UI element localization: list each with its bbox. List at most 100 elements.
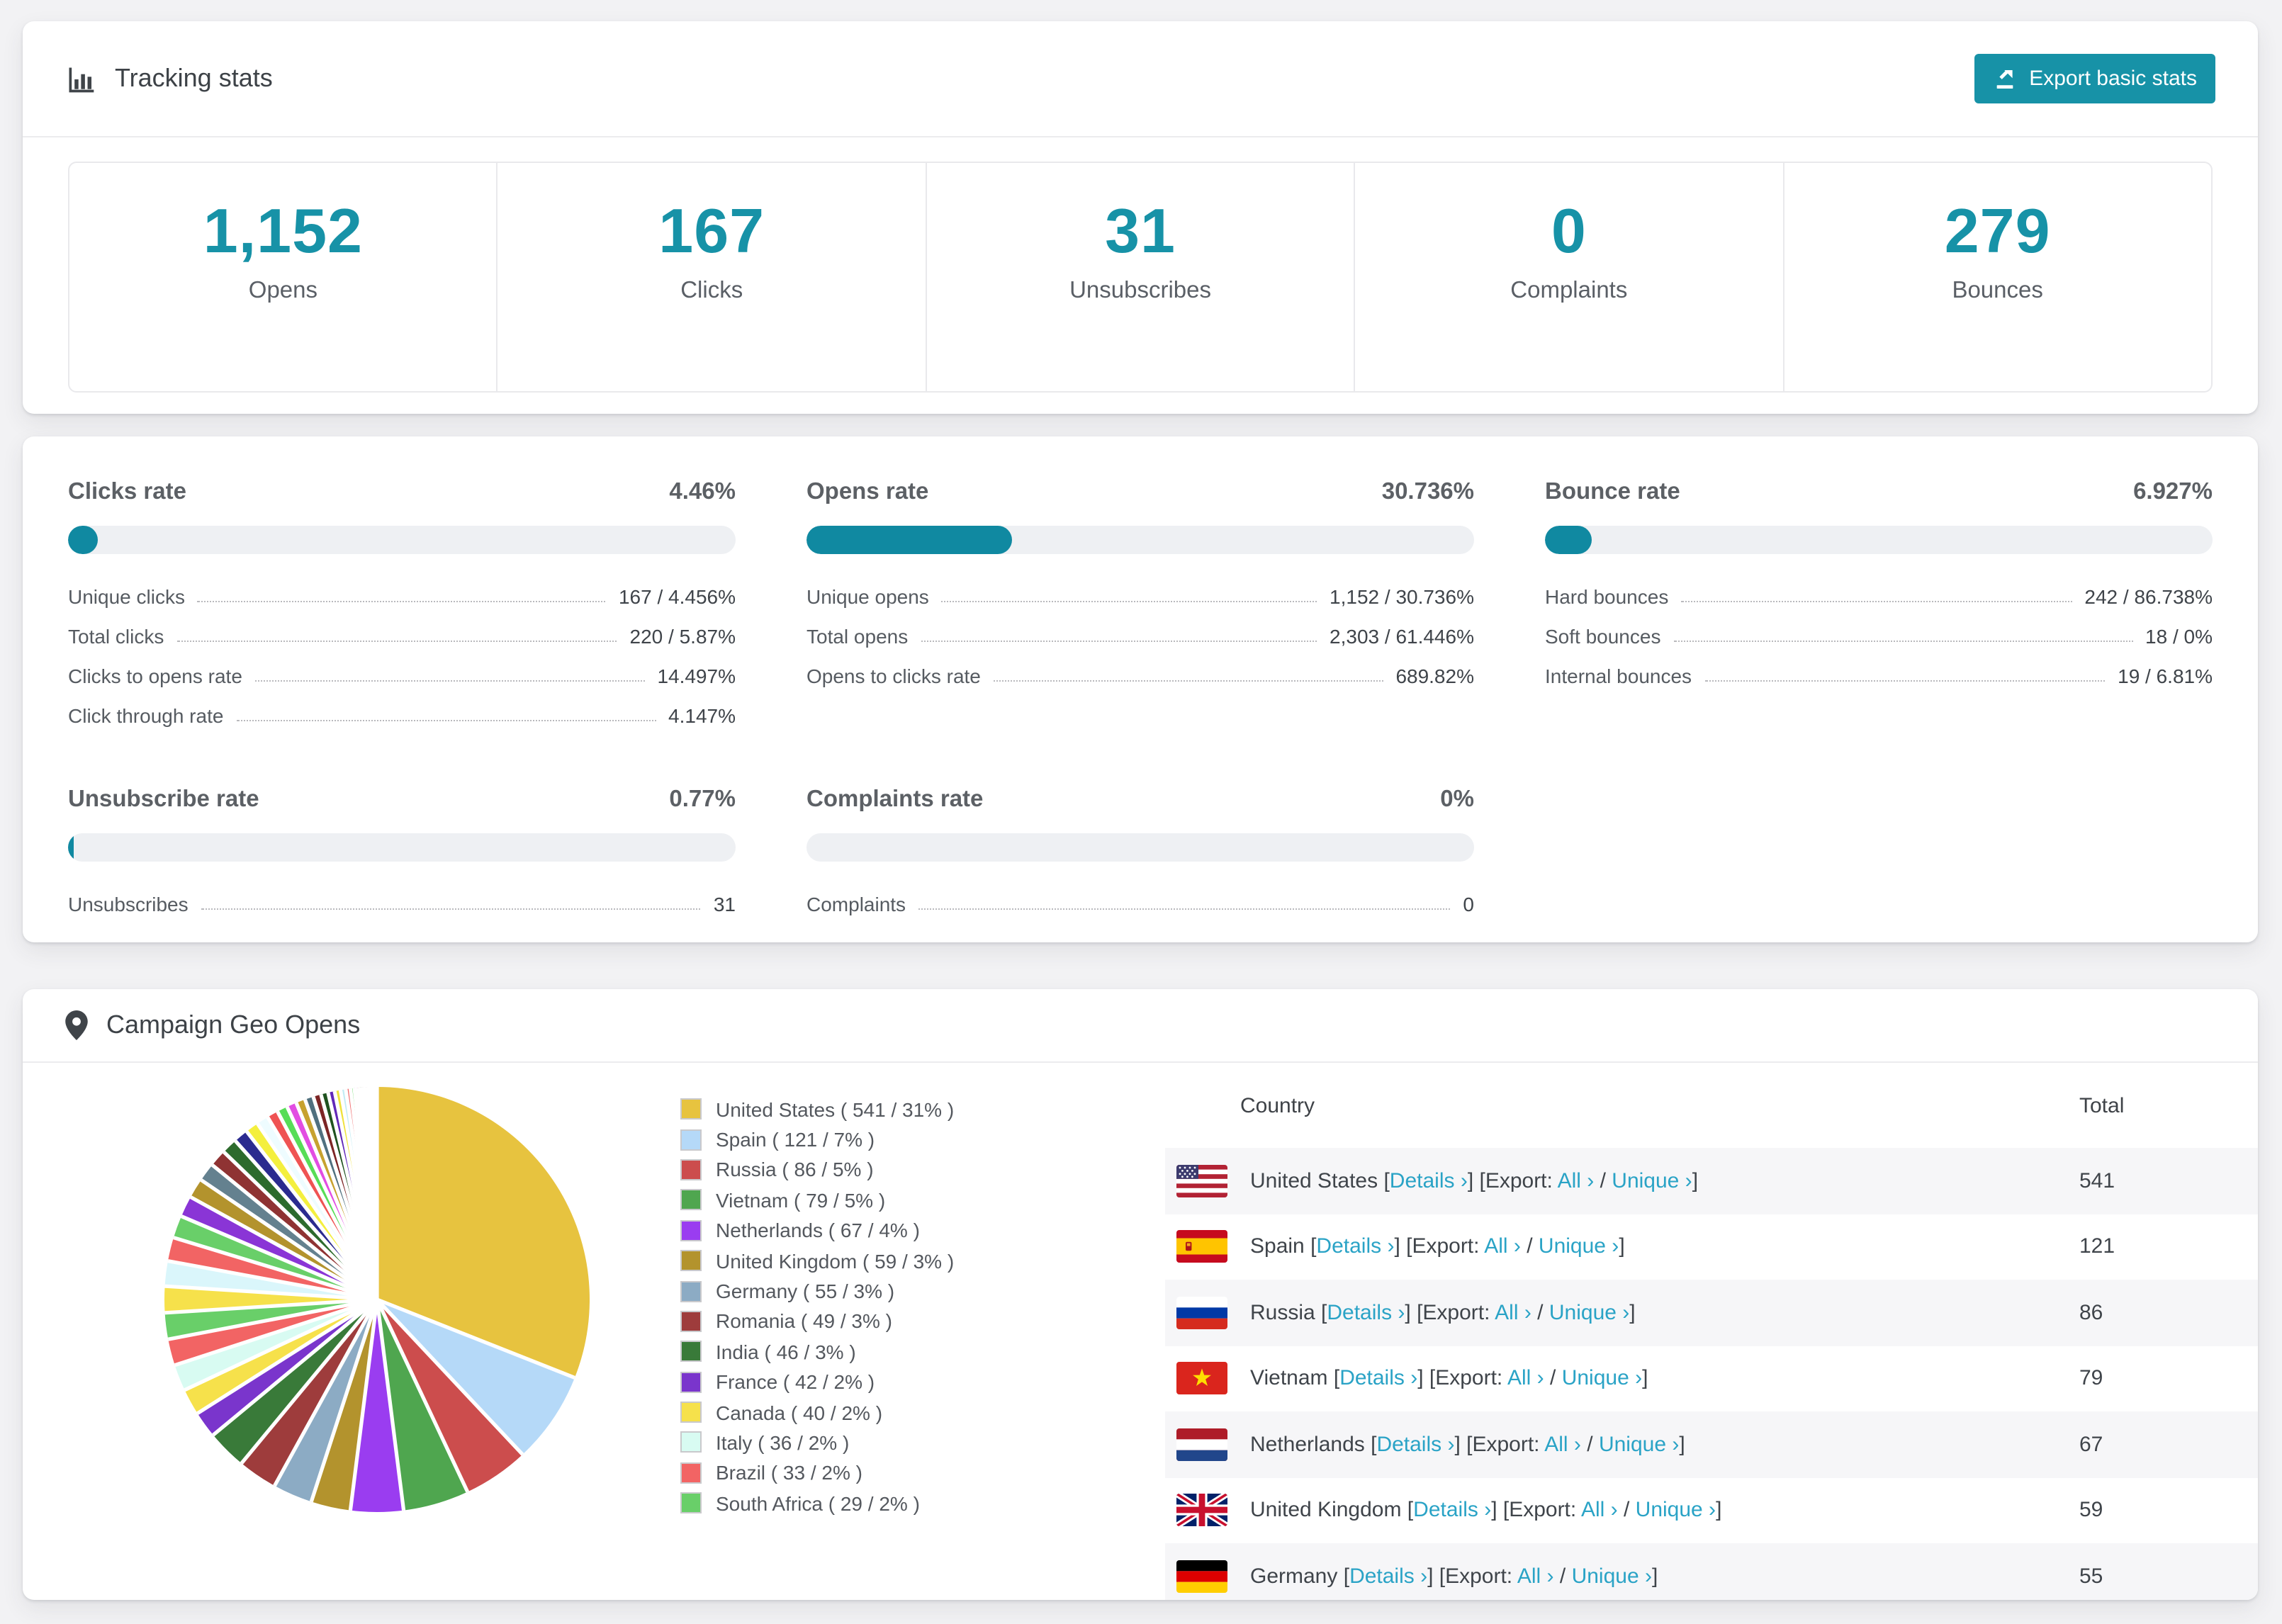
rate-row-label: Total clicks <box>68 625 164 648</box>
geo-legend: United States ( 541 / 31% ) Spain ( 121 /… <box>680 1094 954 1518</box>
export-icon <box>1992 67 2016 91</box>
table-row: Netherlands [Details ›] [Export: All › /… <box>1165 1411 2258 1477</box>
rate-value: 0% <box>1440 786 1474 812</box>
dotted-leader <box>921 641 1317 642</box>
export-unique-link[interactable]: Unique › <box>1572 1564 1652 1589</box>
rate-row: Unsubscribes 31 <box>68 884 736 924</box>
country-cell: Spain [Details ›] [Export: All › / Uniqu… <box>1250 1234 1625 1259</box>
rate-rows: Unsubscribes 31 <box>68 884 736 924</box>
rate-title: Complaints rate <box>806 786 984 812</box>
rate-rows: Complaints 0 <box>806 884 1474 924</box>
dotted-leader <box>201 908 701 910</box>
rate-value: 30.736% <box>1381 479 1474 504</box>
rate-value: 4.46% <box>669 479 736 504</box>
legend-swatch <box>680 1129 702 1151</box>
rate-row-label: Internal bounces <box>1545 665 1692 687</box>
export-all-link[interactable]: All › <box>1544 1433 1581 1457</box>
rates-card: Clicks rate 4.46% Unique clicks 167 / 4.456… <box>23 436 2258 942</box>
page: Tracking stats Export basic stats 1,152 O… <box>0 0 2282 1624</box>
export-all-link[interactable]: All › <box>1581 1499 1618 1523</box>
details-link[interactable]: Details › <box>1376 1433 1454 1457</box>
rate-row-value: 2,303 / 61.446% <box>1330 625 1474 648</box>
progress-bar-fill <box>68 526 98 554</box>
table-row: United States [Details ›] [Export: All ›… <box>1165 1148 2258 1214</box>
dotted-leader <box>941 601 1317 602</box>
rate-row: Opens to clicks rate 689.82% <box>806 656 1474 696</box>
rate-row-label: Total opens <box>806 625 909 648</box>
rate-title: Clicks rate <box>68 479 186 504</box>
total-cell: 67 <box>2079 1432 2103 1457</box>
details-link[interactable]: Details › <box>1413 1499 1491 1523</box>
geo-header: Campaign Geo Opens <box>23 989 2258 1063</box>
rate-title: Unsubscribe rate <box>68 786 259 812</box>
legend-swatch <box>680 1371 702 1393</box>
rate-head: Bounce rate 6.927% <box>1545 479 2213 506</box>
details-link[interactable]: Details › <box>1339 1367 1417 1391</box>
rate-row: Internal bounces 19 / 6.81% <box>1545 656 2213 696</box>
stat-label: Complaints <box>1510 278 1628 303</box>
legend-label: Vietnam ( 79 / 5% ) <box>716 1188 886 1212</box>
total-cell: 86 <box>2079 1300 2103 1325</box>
dotted-leader <box>918 908 1451 910</box>
legend-label: India ( 46 / 3% ) <box>716 1340 856 1363</box>
legend-item: Canada ( 40 / 2% ) <box>680 1397 954 1428</box>
flag-us-icon <box>1176 1164 1227 1197</box>
export-unique-link[interactable]: Unique › <box>1562 1367 1642 1391</box>
flag-es-icon <box>1176 1230 1227 1263</box>
export-all-link[interactable]: All › <box>1507 1367 1544 1391</box>
rate-row-label: Soft bounces <box>1545 625 1661 648</box>
export-unique-link[interactable]: Unique › <box>1549 1301 1629 1325</box>
legend-swatch <box>680 1250 702 1272</box>
stat-value: 1,152 <box>203 197 363 266</box>
export-all-link[interactable]: All › <box>1484 1235 1521 1259</box>
progress-bar <box>806 833 1474 862</box>
rate-row-value: 167 / 4.456% <box>618 585 736 608</box>
country-cell: United States [Details ›] [Export: All ›… <box>1250 1168 1699 1193</box>
rate-row: Hard bounces 242 / 86.738% <box>1545 577 2213 616</box>
table-row: Vietnam [Details ›] [Export: All › / Uni… <box>1165 1346 2258 1411</box>
progress-bar <box>806 526 1474 554</box>
rate-row: Total opens 2,303 / 61.446% <box>806 616 1474 656</box>
legend-swatch <box>680 1341 702 1363</box>
details-link[interactable]: Details › <box>1390 1169 1468 1193</box>
rate-row-value: 4.147% <box>668 704 736 727</box>
flag-ru-icon <box>1176 1296 1227 1329</box>
rate-head: Clicks rate 4.46% <box>68 479 736 506</box>
details-link[interactable]: Details › <box>1327 1301 1405 1325</box>
rate-row-label: Unsubscribes <box>68 893 189 915</box>
total-column-header: Total <box>2079 1093 2125 1117</box>
map-pin-icon <box>65 1010 88 1040</box>
export-basic-stats-button[interactable]: Export basic stats <box>1974 54 2215 103</box>
rate-block-bounce-rate: Bounce rate 6.927% Hard bounces 242 / 86.73… <box>1545 479 2213 735</box>
dotted-leader <box>236 720 656 721</box>
rate-row-label: Opens to clicks rate <box>806 665 981 687</box>
stat-cell: 31 Unsubscribes <box>927 163 1356 391</box>
rate-block-unsubscribe-rate: Unsubscribe rate 0.77% Unsubscribes 31 <box>68 786 736 924</box>
legend-item: Netherlands ( 67 / 4% ) <box>680 1215 954 1246</box>
export-unique-link[interactable]: Unique › <box>1612 1169 1692 1193</box>
export-unique-link[interactable]: Unique › <box>1539 1235 1619 1259</box>
stat-cell: 1,152 Opens <box>69 163 498 391</box>
total-cell: 121 <box>2079 1234 2115 1259</box>
export-all-link[interactable]: All › <box>1558 1169 1595 1193</box>
table-row: Germany [Details ›] [Export: All › / Uni… <box>1165 1543 2258 1600</box>
legend-swatch <box>680 1189 702 1211</box>
details-link[interactable]: Details › <box>1316 1235 1394 1259</box>
geo-title: Campaign Geo Opens <box>106 1010 361 1039</box>
flag-vn-icon <box>1176 1362 1227 1395</box>
legend-label: South Africa ( 29 / 2% ) <box>716 1492 920 1515</box>
legend-label: United States ( 541 / 31% ) <box>716 1098 955 1121</box>
legend-item: Romania ( 49 / 3% ) <box>680 1306 954 1336</box>
legend-label: Spain ( 121 / 7% ) <box>716 1128 875 1151</box>
legend-item: France ( 42 / 2% ) <box>680 1367 954 1397</box>
export-unique-link[interactable]: Unique › <box>1636 1499 1716 1523</box>
flag-de-icon <box>1176 1560 1227 1593</box>
export-all-link[interactable]: All › <box>1517 1564 1554 1589</box>
legend-item: South Africa ( 29 / 2% ) <box>680 1488 954 1518</box>
export-all-link[interactable]: All › <box>1495 1301 1531 1325</box>
rate-row-label: Unique clicks <box>68 585 185 608</box>
details-link[interactable]: Details › <box>1349 1564 1427 1589</box>
dotted-leader <box>176 641 617 642</box>
export-unique-link[interactable]: Unique › <box>1599 1433 1679 1457</box>
legend-swatch <box>680 1402 702 1423</box>
